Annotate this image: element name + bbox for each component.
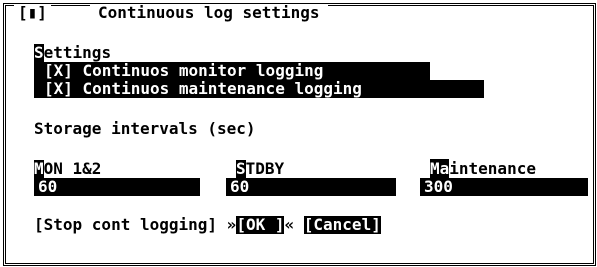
stdby-input[interactable]: 60 bbox=[226, 178, 396, 196]
settings-heading: Settings bbox=[34, 43, 112, 62]
title-bar: [▮] bbox=[14, 4, 51, 22]
close-button[interactable]: [▮] bbox=[18, 3, 47, 22]
cancel-button[interactable]: [Cancel] bbox=[303, 216, 381, 234]
maintenance-hotkey: Ma bbox=[430, 159, 450, 178]
mon-input[interactable]: 60 bbox=[34, 178, 200, 196]
ok-focus-right: « bbox=[284, 215, 295, 234]
storage-heading: Storage intervals (sec) bbox=[34, 119, 256, 138]
button-row: [Stop cont logging] »[OK ]« [Cancel] bbox=[34, 216, 381, 234]
checkbox-monitor-logging[interactable]: [X] Continuos monitor logging bbox=[34, 62, 430, 80]
checkbox-maintenance-logging[interactable]: [X] Continuos maintenance logging bbox=[34, 80, 484, 98]
field-label-mon: MON 1&2 bbox=[34, 159, 102, 178]
maintenance-input[interactable]: 300 bbox=[420, 178, 588, 196]
field-label-maintenance: Maintenance bbox=[430, 159, 536, 178]
ok-button[interactable]: [OK ] bbox=[236, 216, 285, 234]
settings-hotkey: S bbox=[34, 43, 44, 62]
dialog-title: Continuous log settings bbox=[90, 4, 328, 22]
stdby-hotkey: S bbox=[236, 159, 246, 178]
mon-hotkey: M bbox=[34, 159, 44, 178]
field-label-stdby: STDBY bbox=[236, 159, 285, 178]
stop-cont-logging-button[interactable]: [Stop cont logging] bbox=[34, 215, 217, 234]
ok-focus-left: » bbox=[226, 215, 237, 234]
